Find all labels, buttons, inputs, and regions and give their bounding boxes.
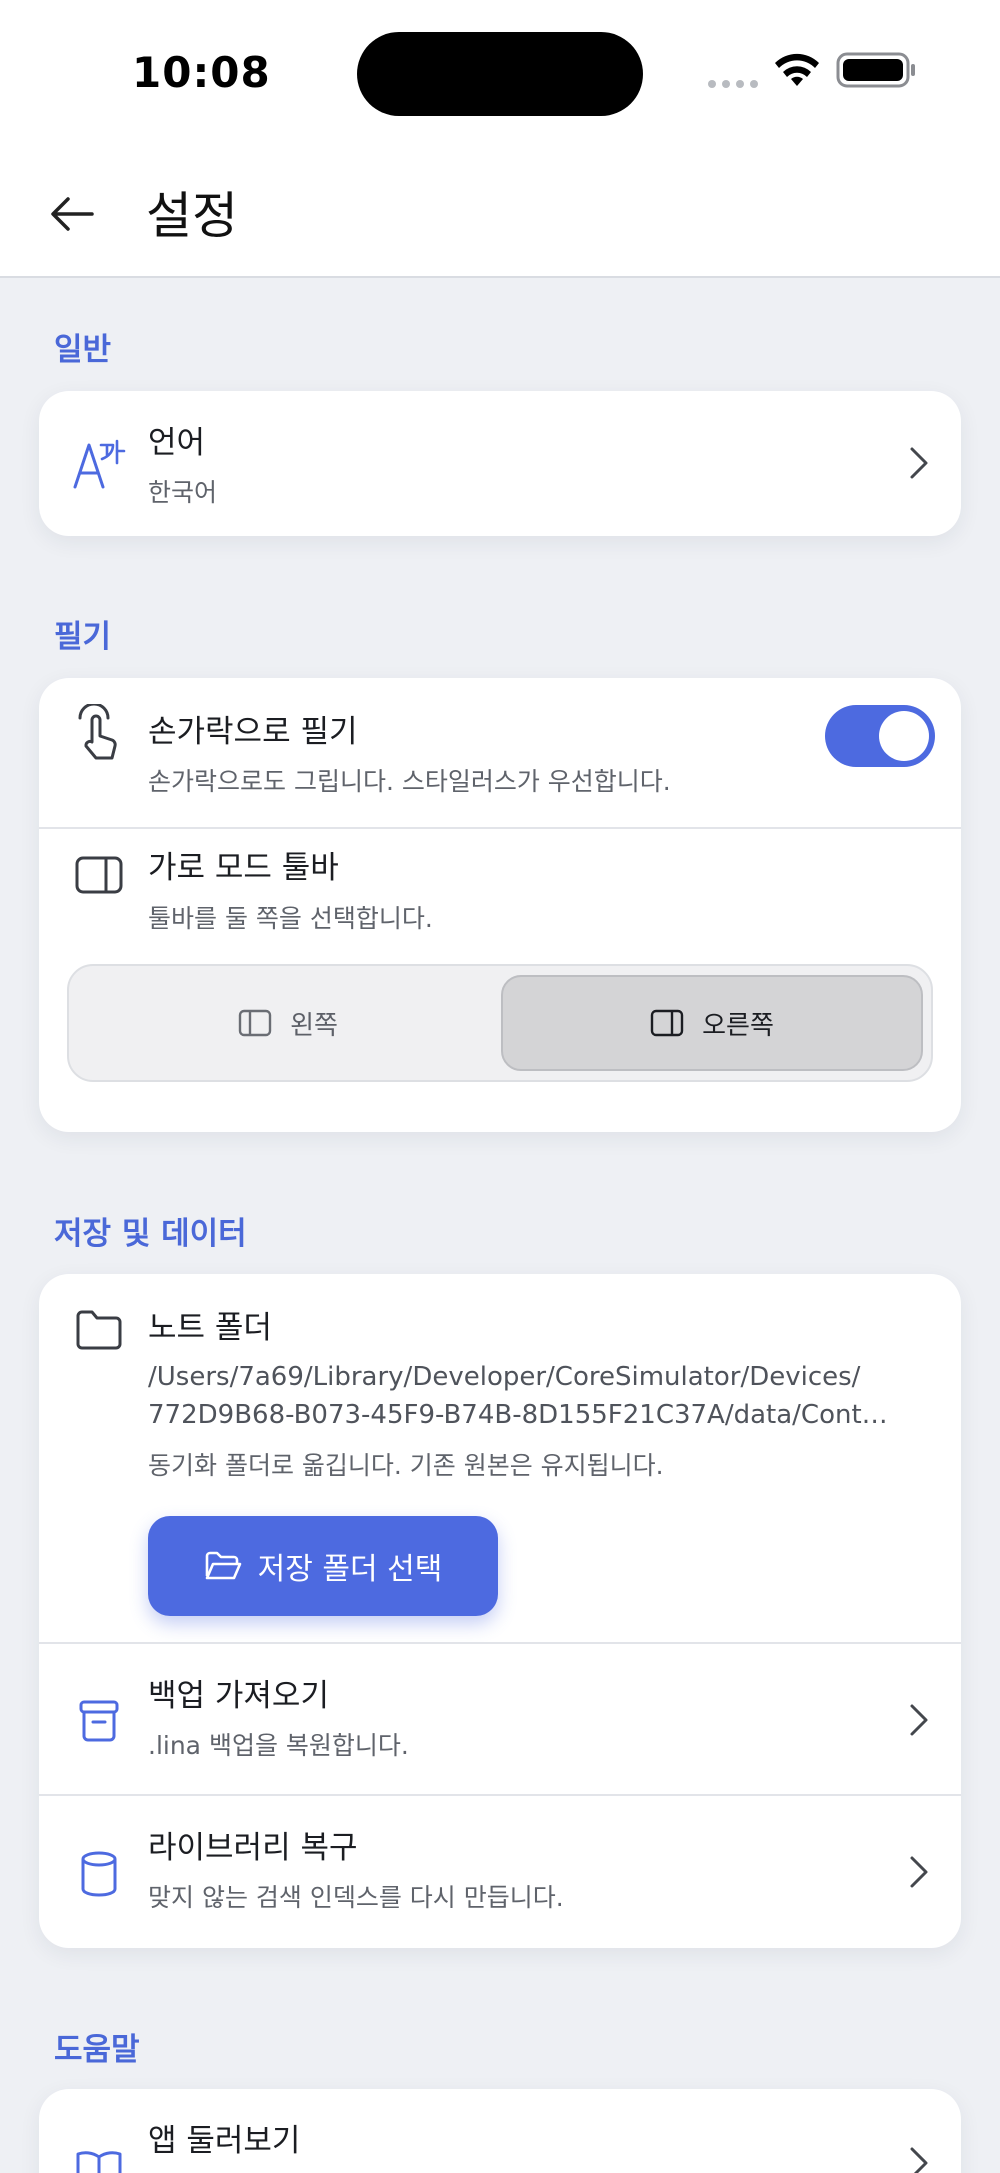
card-general: 언어 한국어 [39, 391, 961, 536]
import-backup-subtitle: .lina 백업을 복원합니다. [148, 1731, 409, 1760]
sidebar-left-icon [238, 1009, 272, 1037]
card-storage: 노트 폴더 /Users/7a69/Library/Developer/Core… [39, 1274, 961, 1948]
card-writing: 손가락으로 필기 손가락으로도 그립니다. 스타일러스가 우선합니다. 가로 모… [39, 678, 961, 1132]
chevron-right-icon [899, 441, 939, 485]
app-tour-row[interactable]: 앱 둘러보기 [39, 2089, 961, 2173]
card-help: 앱 둘러보기 [39, 2089, 961, 2173]
back-button[interactable] [40, 186, 104, 242]
sidebar-right-icon [67, 843, 131, 907]
toggle-knob [879, 711, 929, 761]
status-icons [708, 50, 928, 90]
wifi-icon [775, 53, 819, 86]
status-time: 10:08 [132, 48, 271, 97]
notes-folder-title: 노트 폴더 [148, 1310, 272, 1346]
arrow-left-icon [51, 197, 94, 231]
finger-writing-subtitle: 손가락으로도 그립니다. 스타일러스가 우선합니다. [148, 767, 671, 796]
toolbar-side-segmented-control: 왼쪽 오른쪽 [67, 964, 933, 1082]
choose-storage-folder-label: 저장 폴더 선택 [257, 1552, 443, 1587]
battery-icon [836, 52, 915, 88]
repair-library-row[interactable]: 라이브러리 복구 맞지 않는 검색 인덱스를 다시 만듭니다. [39, 1796, 961, 1948]
finger-writing-title: 손가락으로 필기 [148, 714, 358, 750]
segment-left-label: 왼쪽 [290, 1010, 338, 1041]
status-bar: 10:08 [0, 0, 1000, 140]
notes-folder-path-line1: /Users/7a69/Library/Developer/CoreSimula… [148, 1362, 861, 1392]
notes-folder-note: 동기화 폴더로 옮깁니다. 기존 원본은 유지됩니다. [148, 1451, 664, 1480]
archive-box-icon [67, 1688, 131, 1752]
sidebar-right-icon [650, 1009, 684, 1037]
translate-icon [67, 431, 131, 495]
chevron-right-icon [899, 2141, 939, 2173]
repair-library-subtitle: 맞지 않는 검색 인덱스를 다시 만듭니다. [148, 1883, 564, 1912]
app-tour-title: 앱 둘러보기 [148, 2123, 301, 2159]
section-label-storage: 저장 및 데이터 [54, 1216, 247, 1252]
finger-writing-toggle[interactable] [825, 705, 935, 767]
database-icon [67, 1842, 131, 1906]
finger-touch-icon [67, 702, 131, 766]
segment-left[interactable]: 왼쪽 [79, 975, 497, 1071]
notes-folder-path-line2: 772D9B68-B073-45F9-B74B-8D155F21C37A/dat… [148, 1400, 888, 1430]
section-label-help: 도움말 [54, 2032, 140, 2068]
landscape-toolbar-title: 가로 모드 툴바 [148, 850, 339, 886]
landscape-toolbar-subtitle: 툴바를 둘 쪽을 선택합니다. [148, 904, 433, 933]
book-open-icon [67, 2139, 131, 2173]
app-bar: 설정 [0, 140, 1000, 278]
language-row[interactable]: 언어 한국어 [39, 391, 961, 536]
dynamic-island [357, 32, 643, 116]
segment-right-label: 오른쪽 [702, 1010, 774, 1041]
section-label-general: 일반 [54, 332, 112, 368]
repair-library-title: 라이브러리 복구 [148, 1830, 358, 1866]
language-value: 한국어 [148, 478, 218, 507]
chevron-right-icon [899, 1698, 939, 1742]
section-label-writing: 필기 [54, 619, 112, 655]
chevron-right-icon [899, 1850, 939, 1894]
notes-folder-row: 노트 폴더 /Users/7a69/Library/Developer/Core… [39, 1274, 961, 1642]
folder-icon [67, 1298, 131, 1362]
cellular-signal-icon [708, 80, 758, 88]
language-title: 언어 [148, 425, 206, 461]
notes-folder-path: /Users/7a69/Library/Developer/CoreSimula… [148, 1358, 938, 1434]
import-backup-title: 백업 가져오기 [148, 1678, 329, 1714]
page-title: 설정 [146, 187, 238, 245]
landscape-toolbar-row: 가로 모드 툴바 툴바를 둘 쪽을 선택합니다. 왼쪽 오른쪽 [39, 829, 961, 1132]
choose-storage-folder-button[interactable]: 저장 폴더 선택 [148, 1516, 498, 1616]
finger-writing-row: 손가락으로 필기 손가락으로도 그립니다. 스타일러스가 우선합니다. [39, 678, 961, 827]
import-backup-row[interactable]: 백업 가져오기 .lina 백업을 복원합니다. [39, 1644, 961, 1794]
folder-open-icon [205, 1551, 241, 1580]
segment-right[interactable]: 오른쪽 [501, 975, 923, 1071]
